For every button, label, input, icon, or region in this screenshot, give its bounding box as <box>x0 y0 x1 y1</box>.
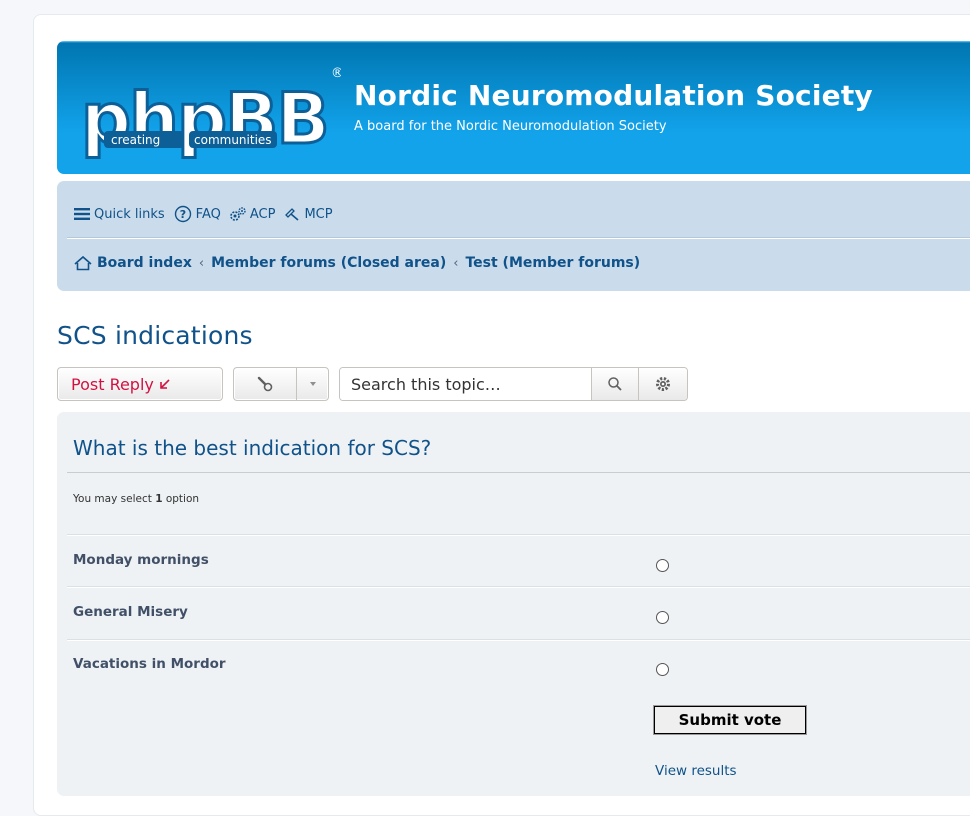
poll-option-radio-vacations-in-mordor[interactable] <box>656 663 669 676</box>
question-circle-icon: ? <box>174 205 191 223</box>
poll-option-label: Vacations in Mordor <box>73 656 226 672</box>
poll-hint-count: 1 <box>155 493 163 505</box>
post-reply-label: Post Reply <box>71 374 154 394</box>
svg-text:creating: creating <box>111 133 160 147</box>
breadcrumb-label: Board index <box>97 255 192 271</box>
search-icon <box>608 377 622 391</box>
site-title: Nordic Neuromodulation Society <box>354 79 873 112</box>
topic-tools-caret[interactable] <box>297 380 328 388</box>
poll-panel: What is the best indication for SCS? You… <box>57 412 970 796</box>
breadcrumb: Board index ‹ Member forums (Closed area… <box>73 252 640 274</box>
site-description: A board for the Nordic Neuromodulation S… <box>354 119 667 134</box>
acp-link[interactable]: ACP <box>229 206 276 222</box>
breadcrumb-test-forum[interactable]: Test (Member forums) <box>465 255 640 271</box>
search-button[interactable] <box>592 368 639 400</box>
mcp-label: MCP <box>304 206 333 222</box>
topic-tools-button[interactable] <box>234 368 297 400</box>
svg-text:communities: communities <box>194 133 272 147</box>
cogs-icon <box>230 207 246 221</box>
breadcrumb-separator: ‹ <box>453 255 459 271</box>
svg-text:®: ® <box>331 66 341 81</box>
navbar: Quick links ? FAQ ACP MCP Board index ‹ … <box>57 181 970 291</box>
poll-option-radio-monday-mornings[interactable] <box>656 559 669 572</box>
hamburger-icon <box>74 208 90 220</box>
svg-text:?: ? <box>179 208 185 221</box>
breadcrumb-member-forums[interactable]: Member forums (Closed area) <box>211 255 446 271</box>
post-reply-button[interactable]: Post Reply <box>57 367 223 401</box>
topic-tools-dropdown[interactable] <box>233 367 329 401</box>
breadcrumb-label: Test (Member forums) <box>465 255 641 271</box>
quick-links-label: Quick links <box>94 206 165 222</box>
breadcrumb-board-index[interactable]: Board index <box>73 255 192 271</box>
mcp-link[interactable]: MCP <box>283 206 333 222</box>
poll-hint: You may select 1 option <box>73 493 199 505</box>
quick-links-row: Quick links ? FAQ ACP MCP <box>73 203 341 225</box>
advanced-search-button[interactable] <box>639 368 687 400</box>
home-icon <box>74 255 92 271</box>
topic-search-input[interactable] <box>340 368 592 400</box>
poll-hint-suffix: option <box>162 493 200 505</box>
wrench-icon <box>257 376 273 392</box>
breadcrumb-separator: ‹ <box>198 255 205 271</box>
topic-title[interactable]: SCS indications <box>57 321 253 350</box>
faq-label: FAQ <box>195 206 221 222</box>
faq-link[interactable]: ? FAQ <box>173 205 221 223</box>
poll-row-divider <box>67 586 970 588</box>
caret-down-icon <box>309 382 316 386</box>
poll-row-divider <box>67 639 970 641</box>
quick-links-menu[interactable]: Quick links <box>73 207 165 222</box>
acp-label: ACP <box>249 206 276 222</box>
reply-arrow-icon <box>160 379 170 389</box>
breadcrumb-label: Member forums (Closed area) <box>211 255 447 271</box>
poll-divider <box>67 472 970 473</box>
site-header: phpBB ® creating communities Nordic Neur… <box>57 41 970 174</box>
gear-icon <box>656 377 670 391</box>
gavel-icon <box>285 208 299 221</box>
poll-option-radio-general-misery[interactable] <box>656 611 669 624</box>
submit-vote-button[interactable]: Submit vote <box>653 705 807 735</box>
navbar-divider <box>67 237 970 239</box>
poll-option-label: General Misery <box>73 604 188 620</box>
poll-row-divider <box>67 534 970 536</box>
topic-search-form <box>339 367 688 401</box>
poll-option-label: Monday mornings <box>73 552 209 568</box>
poll-hint-prefix: You may select <box>73 493 156 505</box>
poll-question: What is the best indication for SCS? <box>73 436 432 460</box>
view-results-link[interactable]: View results <box>655 763 737 779</box>
site-logo[interactable]: phpBB ® creating communities <box>79 59 342 159</box>
